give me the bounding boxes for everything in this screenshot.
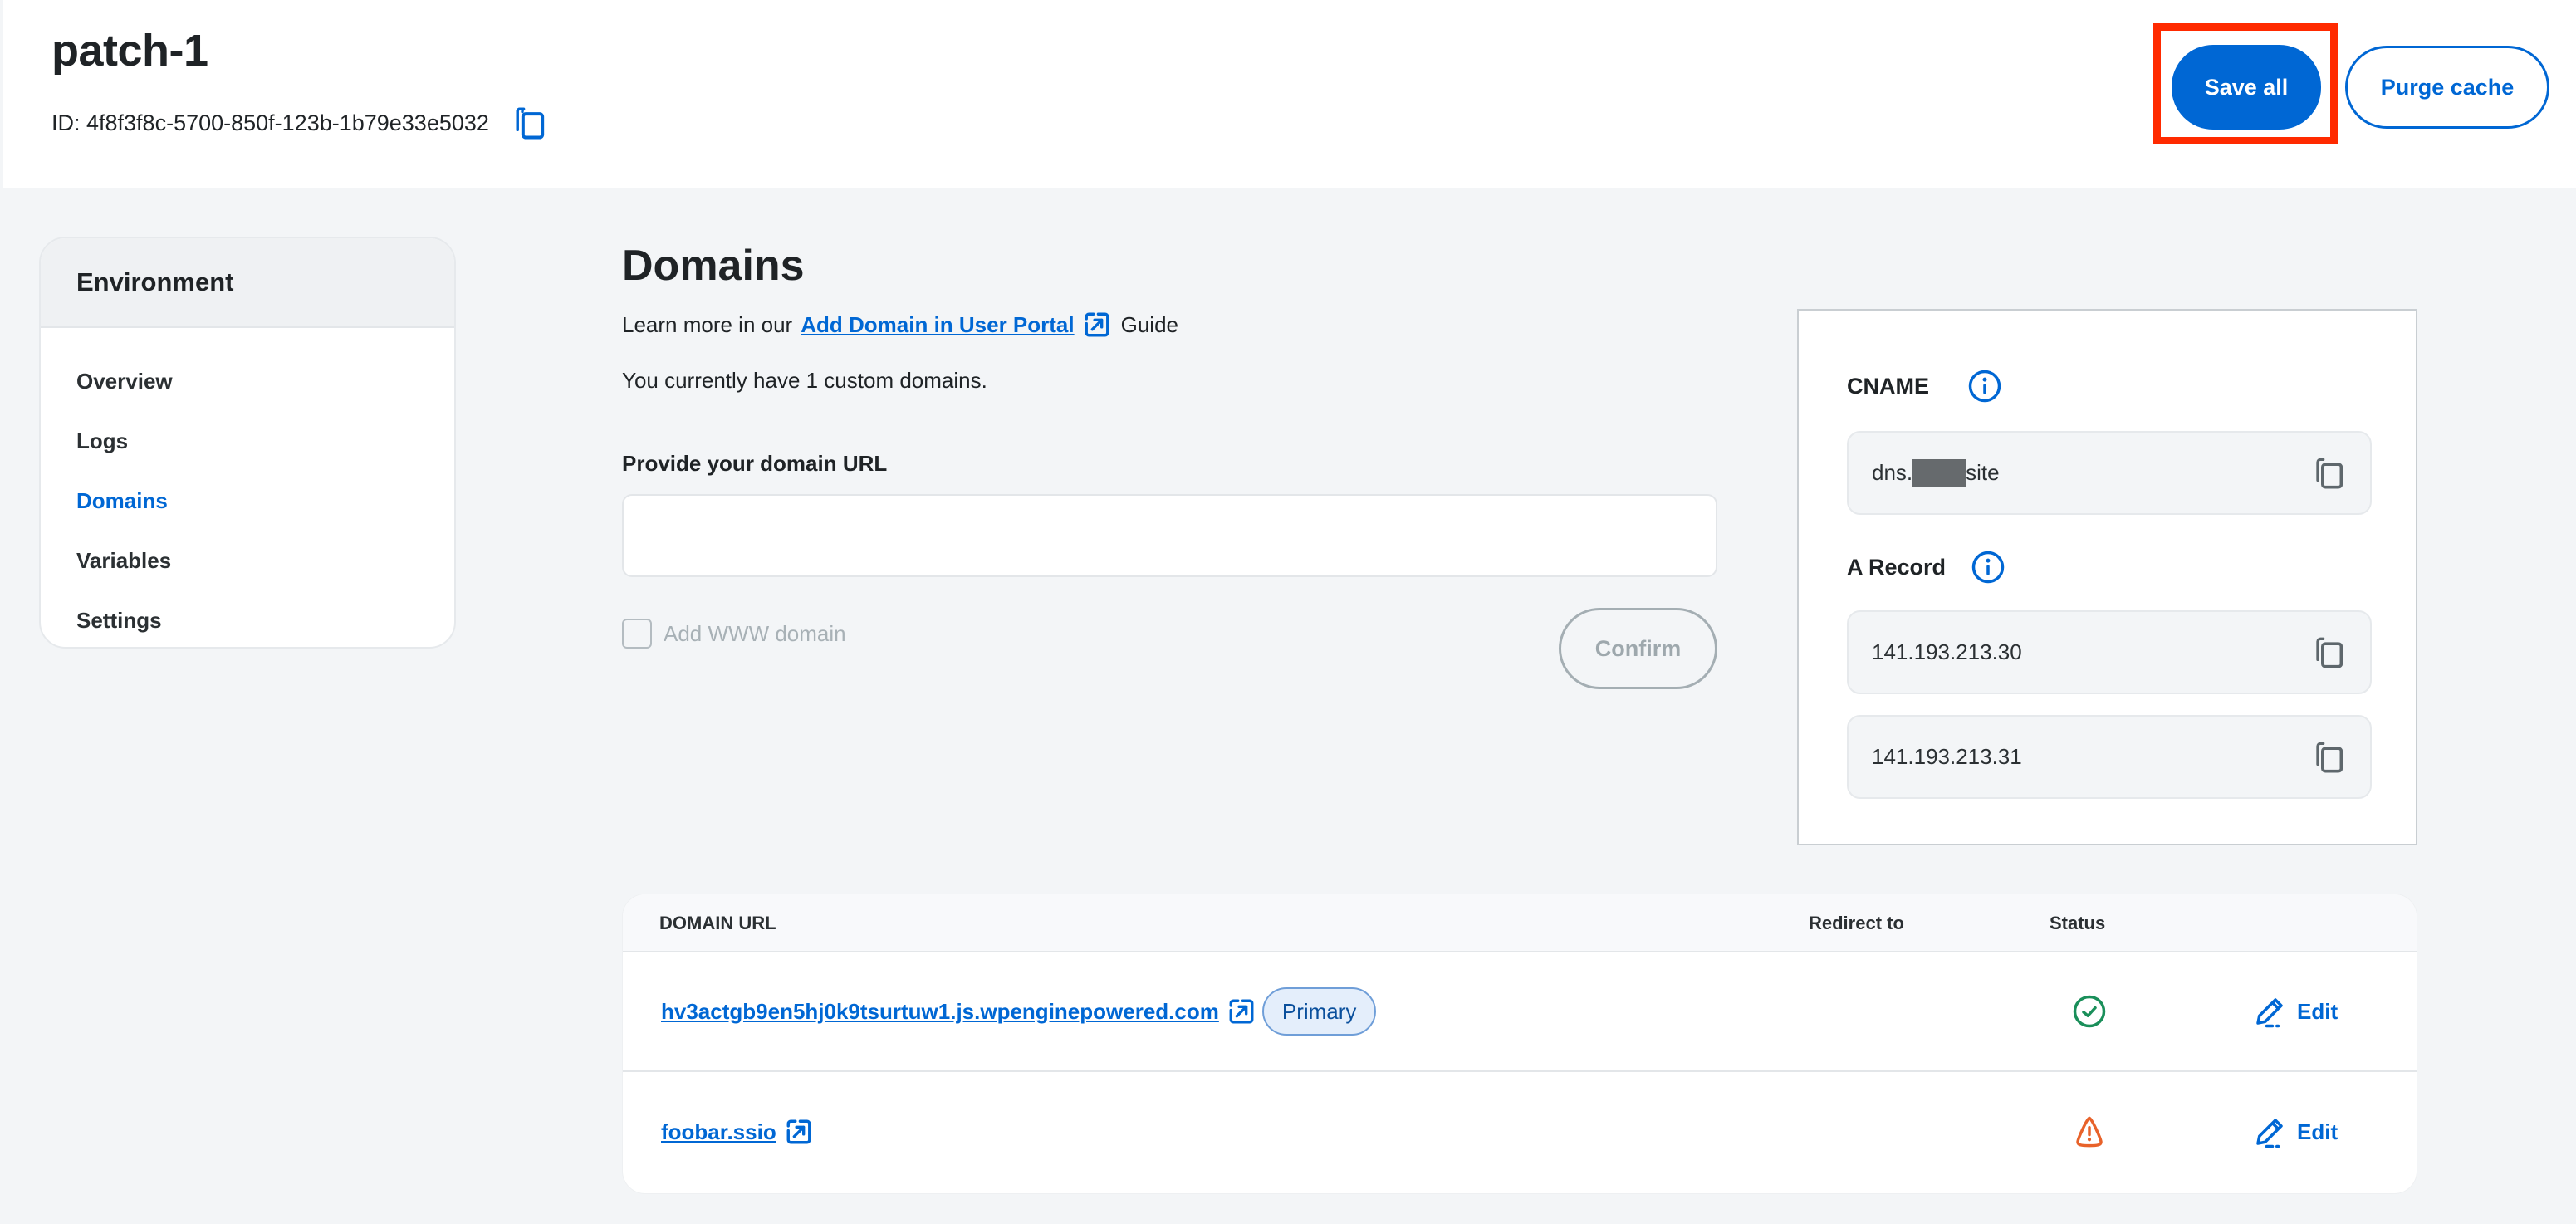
cname-label-row: CNAME — [1847, 369, 2002, 404]
external-link-icon[interactable] — [1083, 311, 1111, 339]
cname-value: dns. site — [1872, 458, 2000, 487]
sidebar-item-overview[interactable]: Overview — [41, 351, 454, 411]
edit-label: Edit — [2297, 1119, 2338, 1144]
sidebar-nav: Overview Logs Domains Variables Settings — [41, 328, 454, 647]
add-domain-guide-link[interactable]: Add Domain in User Portal — [801, 312, 1074, 338]
edit-domain-button[interactable]: Edit — [2252, 994, 2338, 1029]
a-record-label: A Record — [1847, 554, 1947, 580]
sidebar-item-settings[interactable]: Settings — [41, 590, 454, 647]
table-row: foobar.ssio Edit — [623, 1072, 2417, 1192]
confirm-button[interactable]: Confirm — [1559, 608, 1717, 689]
domains-table: DOMAIN URL Redirect to Status hv3actgb9e… — [622, 894, 2417, 1194]
sidebar-heading: Environment — [41, 238, 454, 328]
a-record-value: 141.193.213.31 — [1872, 744, 2022, 769]
external-link-icon[interactable] — [1227, 997, 1256, 1026]
learn-more-suffix: Guide — [1120, 311, 1179, 337]
a-record-box: 141.193.213.31 — [1847, 715, 2372, 799]
cname-value-box: dns. site — [1847, 431, 2372, 515]
redacted-block — [1912, 458, 1966, 487]
cname-prefix: dns. — [1872, 460, 1913, 485]
cname-suffix: site — [1966, 460, 2000, 485]
domain-cell: foobar.ssio — [661, 1072, 813, 1192]
environment-id: ID: 4f8f3f8c-5700-850f-123b-1b79e33e5032 — [51, 110, 489, 135]
cname-label: CNAME — [1847, 373, 1929, 399]
pencil-icon — [2256, 998, 2283, 1028]
add-www-label: Add WWW domain — [664, 620, 846, 646]
a-record-box: 141.193.213.30 — [1847, 610, 2372, 694]
add-www-row: Add WWW domain — [622, 619, 846, 649]
sidebar-item-domains[interactable]: Domains — [41, 471, 454, 531]
environment-sidebar: Environment Overview Logs Domains Variab… — [39, 237, 456, 649]
domain-url-input[interactable] — [622, 494, 1717, 577]
a-record-label-row: A Record — [1847, 550, 2005, 585]
page-title: patch-1 — [51, 26, 208, 76]
sidebar-item-logs[interactable]: Logs — [41, 411, 454, 471]
environment-id-row: ID: 4f8f3f8c-5700-850f-123b-1b79e33e5032 — [51, 106, 547, 140]
edit-domain-button[interactable]: Edit — [2252, 1114, 2338, 1149]
save-all-button[interactable]: Save all — [2172, 45, 2321, 130]
learn-more-row: Learn more in our Add Domain in User Por… — [622, 311, 1178, 339]
table-row: hv3actgb9en5hj0k9tsurtuw1.js.wpenginepow… — [623, 952, 2417, 1072]
copy-cname-icon[interactable] — [2314, 457, 2347, 490]
status-warning-icon — [2076, 1116, 2103, 1148]
copy-a-record-icon[interactable] — [2314, 741, 2347, 774]
status-ok-icon — [2073, 995, 2106, 1028]
a-record-info-icon[interactable] — [1971, 550, 2005, 585]
copy-id-icon[interactable] — [514, 106, 547, 140]
external-link-icon[interactable] — [785, 1118, 813, 1146]
learn-more-prefix: Learn more in our — [622, 311, 793, 337]
column-status: Status — [2050, 913, 2106, 933]
domain-count-text: You currently have 1 custom domains. — [622, 368, 987, 393]
column-redirect-to: Redirect to — [1809, 913, 1904, 933]
cname-info-icon[interactable] — [1967, 369, 2002, 404]
primary-badge: Primary — [1261, 987, 1377, 1036]
dns-records-panel: CNAME dns. site A Record 141.193.213.30 — [1797, 309, 2417, 845]
add-www-checkbox[interactable] — [622, 619, 652, 649]
pencil-icon — [2256, 1119, 2283, 1148]
copy-a-record-icon[interactable] — [2314, 636, 2347, 669]
section-title: Domains — [622, 242, 805, 290]
domain-link[interactable]: foobar.ssio — [661, 1119, 776, 1145]
domain-link[interactable]: hv3actgb9en5hj0k9tsurtuw1.js.wpenginepow… — [661, 999, 1219, 1025]
domain-cell: hv3actgb9en5hj0k9tsurtuw1.js.wpenginepow… — [661, 952, 1377, 1070]
column-domain-url: DOMAIN URL — [659, 913, 776, 933]
table-header: DOMAIN URL Redirect to Status — [623, 894, 2417, 952]
purge-cache-button[interactable]: Purge cache — [2345, 46, 2549, 129]
a-record-value: 141.193.213.30 — [1872, 639, 2022, 664]
domain-url-label: Provide your domain URL — [622, 451, 888, 476]
edit-label: Edit — [2297, 998, 2338, 1024]
sidebar-item-variables[interactable]: Variables — [41, 531, 454, 590]
